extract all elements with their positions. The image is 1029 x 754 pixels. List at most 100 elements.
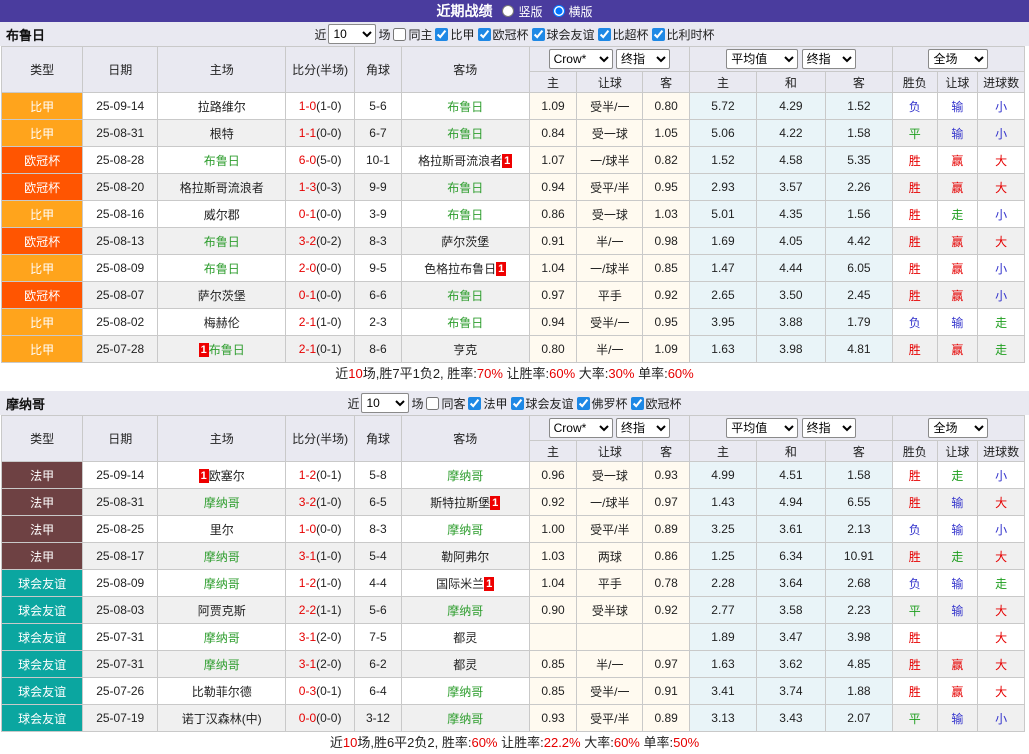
vertical-radio-input[interactable] [502, 5, 514, 17]
away-team-cell: 都灵 [401, 651, 529, 678]
league-filter-欧冠杯[interactable]: 欧冠杯 [630, 395, 682, 412]
league-filter-label: 佛罗杯 [592, 395, 628, 412]
match-date: 25-08-09 [83, 570, 158, 597]
league-filter-法甲[interactable]: 法甲 [467, 395, 507, 412]
league-checkbox[interactable] [577, 397, 590, 410]
league-filter-佛罗杯[interactable]: 佛罗杯 [576, 395, 628, 412]
result-scope-select[interactable]: 全场 [928, 49, 988, 69]
result-outcome: 胜 [892, 201, 937, 228]
same-venue-checkbox[interactable] [426, 397, 439, 410]
match-type-badge: 比甲 [2, 309, 83, 336]
handicap-line: 受半球 [577, 597, 643, 624]
halftime-score: (0-0) [316, 207, 341, 221]
fulltime-score: 1-3 [299, 180, 316, 194]
same-venue-toggle[interactable]: 同主 [392, 26, 432, 43]
result-handicap: 输 [937, 705, 978, 732]
handicap-away-odds: 0.86 [643, 543, 690, 570]
europe-final-select[interactable]: 终指 [802, 418, 856, 438]
europe-final-select[interactable]: 终指 [802, 49, 856, 69]
score-cell: 3-1(1-0) [286, 543, 355, 570]
vertical-radio-label: 竖版 [518, 3, 542, 20]
odds-final-select[interactable]: 终指 [616, 49, 670, 69]
league-checkbox[interactable] [435, 28, 448, 41]
result-handicap: 走 [937, 201, 978, 228]
home-rank-badge: 1 [199, 469, 209, 483]
result-outcome: 负 [892, 516, 937, 543]
avg-away-odds: 2.23 [825, 597, 892, 624]
same-venue-toggle[interactable]: 同客 [425, 395, 465, 412]
home-team-name: 威尔郡 [204, 208, 240, 222]
avg-draw-odds: 4.35 [756, 201, 825, 228]
result-outcome: 胜 [892, 282, 937, 309]
league-filter-label: 球会友谊 [547, 26, 595, 43]
odds-source-select[interactable]: Crow* [549, 418, 613, 438]
result-outcome: 平 [892, 705, 937, 732]
match-count-select[interactable]: 10 [361, 393, 409, 413]
home-team-name: 摩纳哥 [204, 631, 240, 645]
league-filter-比甲[interactable]: 比甲 [434, 26, 474, 43]
result-goals: 小 [978, 282, 1025, 309]
result-scope-select[interactable]: 全场 [928, 418, 988, 438]
odds-source-select[interactable]: Crow* [549, 49, 613, 69]
avg-col-1: 和 [756, 441, 825, 462]
away-team-name: 布鲁日 [447, 316, 483, 330]
layout-radio-horizontal[interactable]: 横版 [553, 3, 593, 20]
away-team-cell: 摩纳哥 [401, 705, 529, 732]
avg-draw-odds: 3.58 [756, 597, 825, 624]
league-checkbox[interactable] [511, 397, 524, 410]
league-checkbox[interactable] [598, 28, 611, 41]
away-team-cell: 布鲁日 [401, 201, 529, 228]
avg-home-odds: 2.77 [689, 597, 756, 624]
summary-stat-value: 10 [343, 735, 357, 750]
handicap-home-odds: 0.85 [529, 651, 577, 678]
league-filter-欧冠杯[interactable]: 欧冠杯 [477, 26, 529, 43]
away-team-name: 布鲁日 [447, 289, 483, 303]
page-title: 近期战绩 [436, 1, 492, 21]
avg-away-odds: 4.42 [825, 228, 892, 255]
league-filter-比利时杯[interactable]: 比利时杯 [651, 26, 715, 43]
league-checkbox[interactable] [468, 397, 481, 410]
match-row: 球会友谊25-07-19诺丁汉森林(中)0-0(0-0)3-12摩纳哥0.93受… [2, 705, 1025, 732]
home-team-name: 拉路维尔 [198, 100, 246, 114]
league-filter-比超杯[interactable]: 比超杯 [597, 26, 649, 43]
fulltime-score: 1-0 [299, 99, 316, 113]
match-row: 欧冠杯25-08-28布鲁日6-0(5-0)10-1格拉斯哥流浪者11.07一/… [2, 147, 1025, 174]
league-checkbox[interactable] [532, 28, 545, 41]
score-cell: 1-0(1-0) [286, 93, 355, 120]
league-filter-球会友谊[interactable]: 球会友谊 [510, 395, 574, 412]
avg-home-odds: 3.41 [689, 678, 756, 705]
handicap-line: 两球 [577, 543, 643, 570]
result-goals: 大 [978, 597, 1025, 624]
col-header-日期: 日期 [83, 47, 158, 93]
match-date: 25-09-14 [83, 462, 158, 489]
score-cell: 1-1(0-0) [286, 120, 355, 147]
col-header-类型: 类型 [2, 47, 83, 93]
league-filter-球会友谊[interactable]: 球会友谊 [531, 26, 595, 43]
europe-avg-select[interactable]: 平均值 [726, 418, 798, 438]
match-date: 25-07-19 [83, 705, 158, 732]
result-outcome: 平 [892, 120, 937, 147]
odds-final-select[interactable]: 终指 [616, 418, 670, 438]
match-count-select[interactable]: 10 [328, 24, 376, 44]
europe-avg-select[interactable]: 平均值 [726, 49, 798, 69]
league-checkbox[interactable] [631, 397, 644, 410]
league-checkbox[interactable] [478, 28, 491, 41]
match-row: 法甲25-08-31摩纳哥3-2(1-0)6-5斯特拉斯堡10.92一/球半0.… [2, 489, 1025, 516]
home-team-cell: 布鲁日 [158, 228, 286, 255]
league-checkbox[interactable] [652, 28, 665, 41]
same-venue-checkbox[interactable] [393, 28, 406, 41]
home-team-cell: 1布鲁日 [158, 336, 286, 363]
home-team-name: 诺丁汉森林(中) [182, 712, 262, 726]
fulltime-score: 1-0 [299, 522, 316, 536]
horizontal-radio-input[interactable] [553, 5, 565, 17]
away-team-cell: 勒阿弗尔 [401, 543, 529, 570]
layout-radio-vertical[interactable]: 竖版 [502, 3, 542, 20]
result-handicap: 输 [937, 597, 978, 624]
result-col-0: 胜负 [892, 72, 937, 93]
col-header-日期: 日期 [83, 416, 158, 462]
handicap-away-odds: 0.92 [643, 597, 690, 624]
summary-text: 让胜率: [503, 366, 549, 381]
avg-away-odds: 4.81 [825, 336, 892, 363]
home-team-cell: 布鲁日 [158, 147, 286, 174]
avg-draw-odds: 4.22 [756, 120, 825, 147]
